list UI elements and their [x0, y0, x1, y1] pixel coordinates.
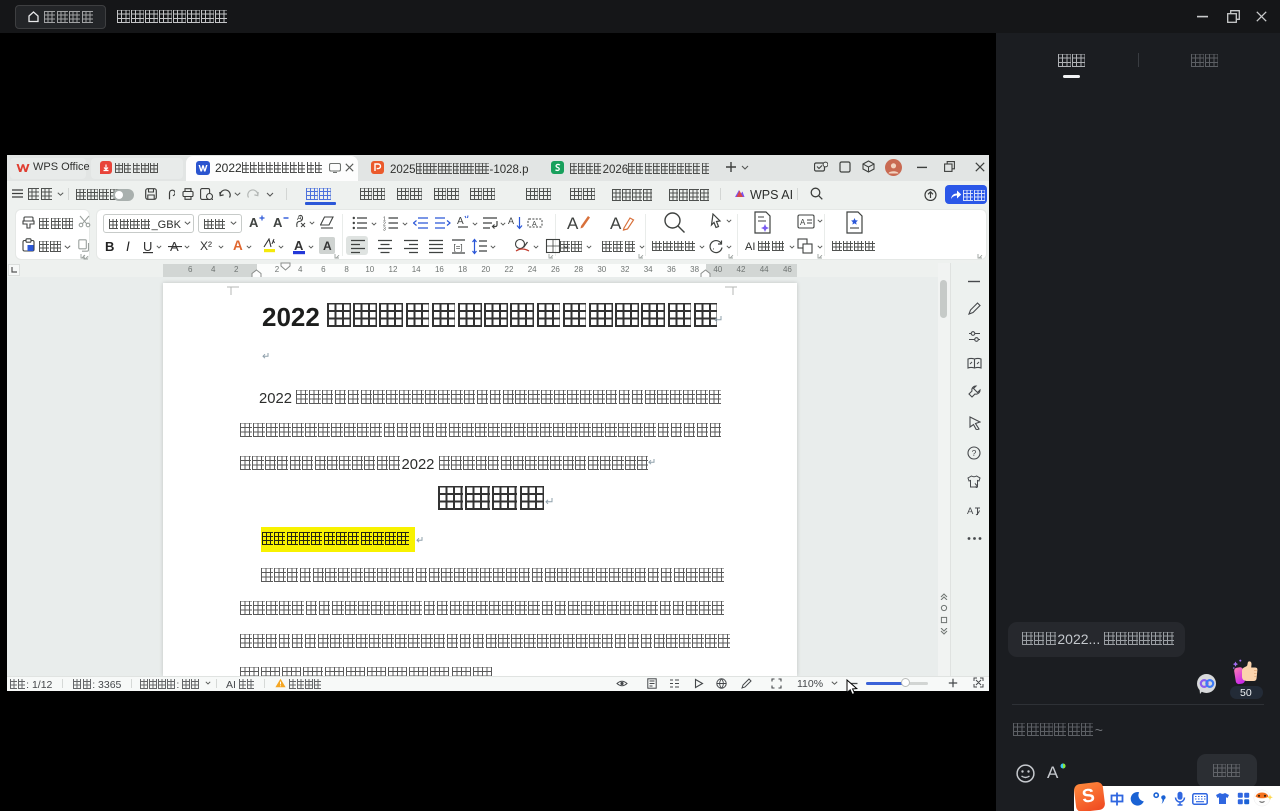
- svg-text:A: A: [532, 221, 537, 228]
- svg-text:A: A: [967, 506, 974, 517]
- svg-text:A: A: [508, 216, 514, 226]
- svg-text:?: ?: [972, 448, 977, 458]
- svg-text:[=]: [=]: [454, 243, 463, 252]
- svg-text:A: A: [297, 215, 302, 222]
- svg-text:A: A: [457, 216, 464, 227]
- svg-text:A: A: [800, 218, 806, 227]
- svg-text:3: 3: [383, 227, 386, 233]
- svg-text:,: ,: [713, 244, 715, 251]
- svg-text:A: A: [610, 214, 622, 233]
- svg-text:A: A: [567, 214, 579, 233]
